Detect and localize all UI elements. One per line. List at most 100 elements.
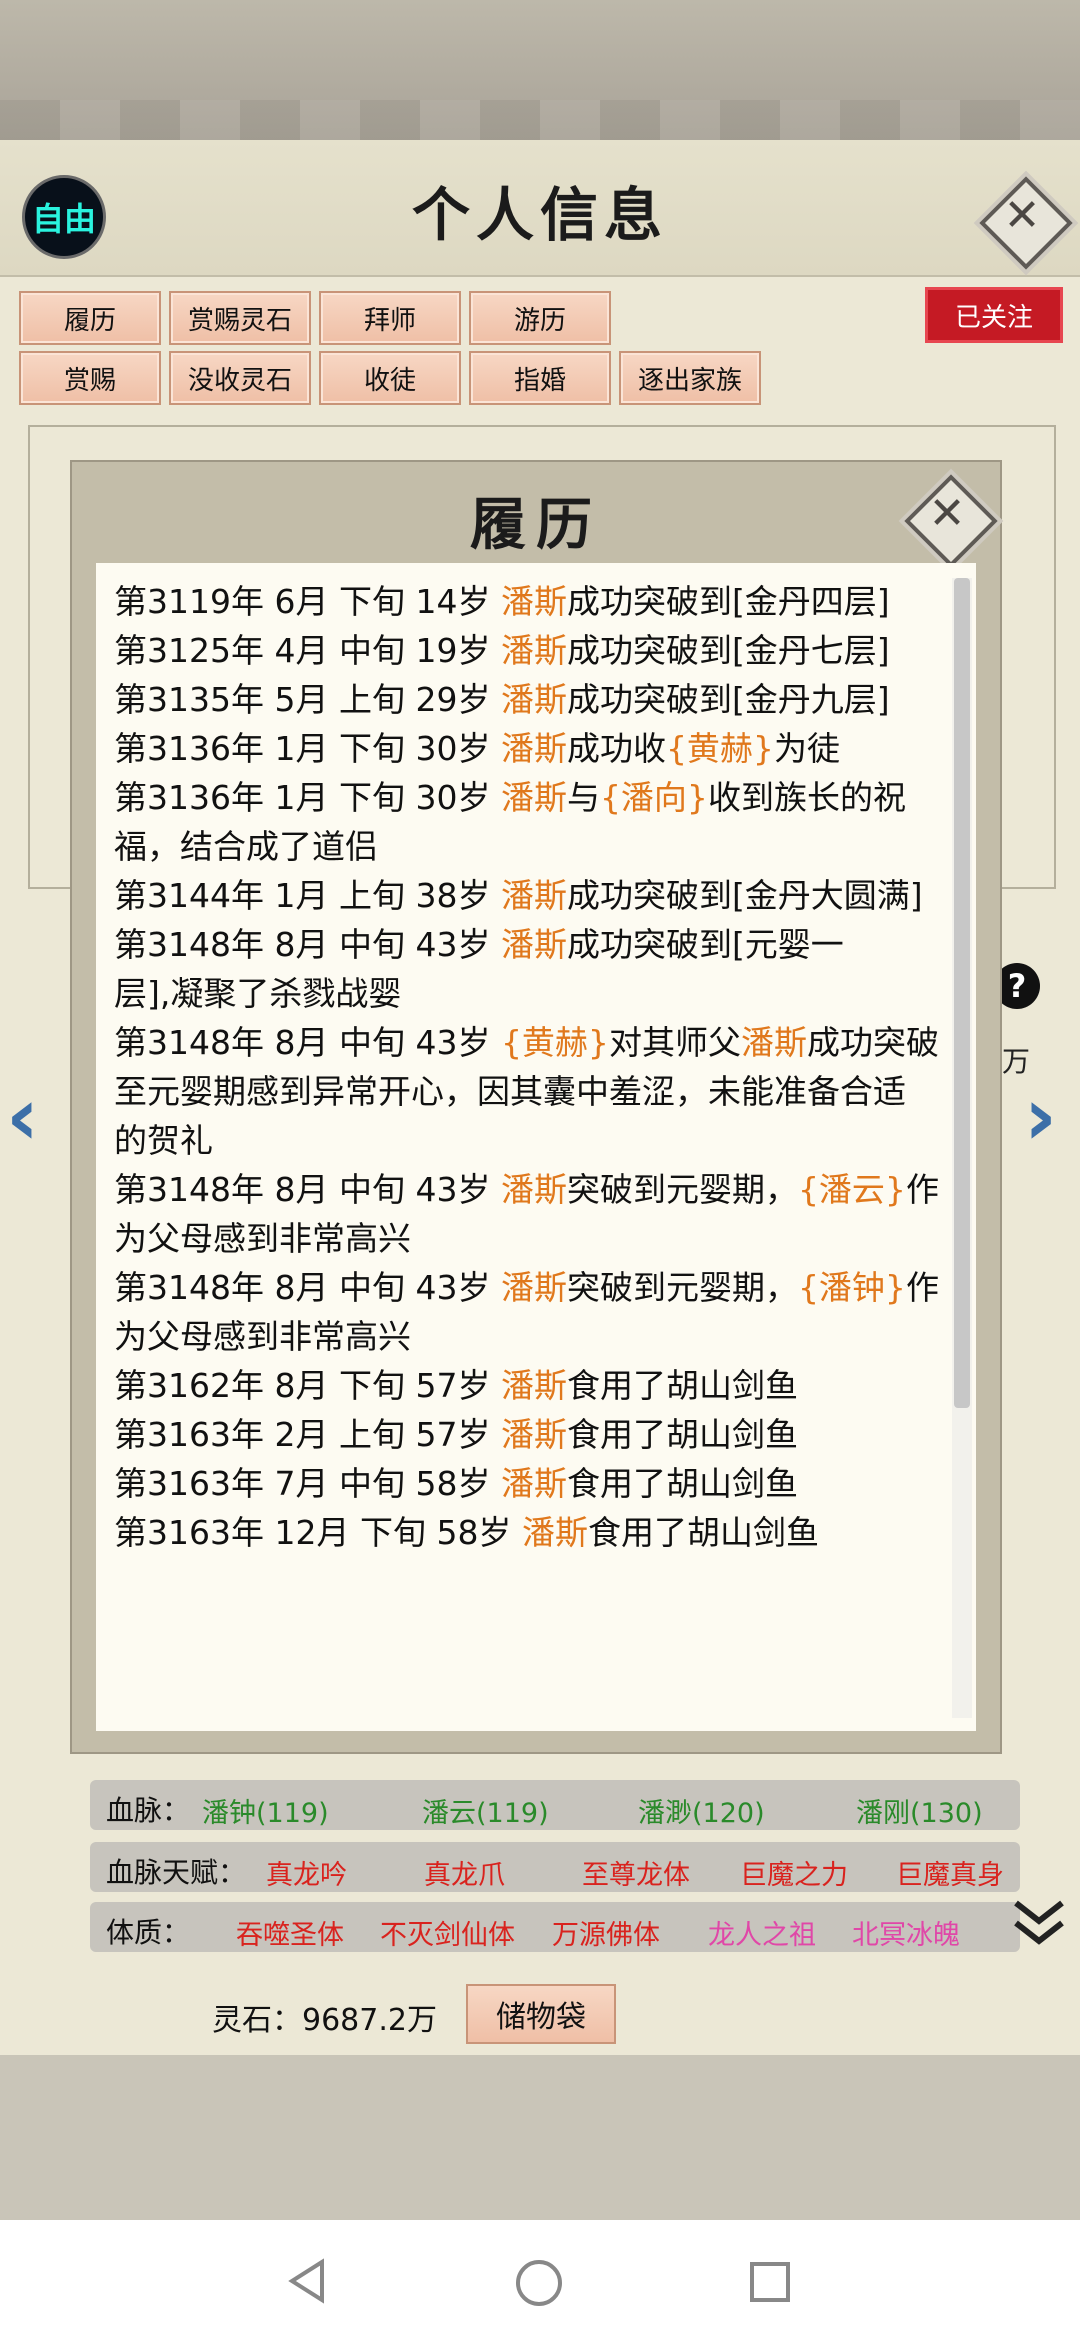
resume-entry: 第3148年 8月 中旬 43岁 潘斯突破到元婴期，{潘云}作 bbox=[114, 1165, 944, 1214]
resume-entry: 第3148年 8月 中旬 43岁 {黄赫}对其师父潘斯成功突破 bbox=[114, 1018, 944, 1067]
entry-text: 食用了胡山剑鱼 bbox=[587, 1513, 819, 1552]
entry-text: 第3148年 8月 中旬 43岁 bbox=[114, 1268, 501, 1307]
character-name[interactable]: 潘斯 bbox=[501, 631, 567, 670]
character-name[interactable]: {黄赫} bbox=[501, 1023, 609, 1062]
entry-text: 成功收 bbox=[566, 729, 666, 768]
entry-text: 第3163年 12月 下旬 58岁 bbox=[114, 1513, 522, 1552]
physique-item[interactable]: 万源佛体 bbox=[552, 1913, 660, 1952]
physique-item[interactable]: 龙人之祖 bbox=[708, 1913, 816, 1952]
entry-text: 突破到元婴期， bbox=[566, 1170, 798, 1209]
resume-entry: 福，结合成了道侣 bbox=[114, 822, 944, 871]
btn-become-disciple[interactable]: 拜师 bbox=[319, 291, 461, 345]
btn-reward[interactable]: 赏赐 bbox=[19, 351, 161, 405]
physique-item[interactable]: 不灭剑仙体 bbox=[380, 1913, 515, 1952]
bloodline-item[interactable]: 潘云(119) bbox=[422, 1791, 549, 1830]
physique-label: 体质： bbox=[106, 1916, 191, 1949]
followed-badge[interactable]: 已关注 bbox=[928, 290, 1060, 340]
bloodline-talent-label: 血脉天赋： bbox=[106, 1856, 247, 1889]
system-nav-bar bbox=[0, 2220, 1080, 2340]
entry-text: 为徒 bbox=[773, 729, 840, 768]
physique-item[interactable]: 北冥冰魄 bbox=[852, 1913, 960, 1952]
character-name[interactable]: 潘斯 bbox=[501, 1415, 567, 1454]
physique-item[interactable]: 吞噬圣体 bbox=[236, 1913, 344, 1952]
entry-text: 福，结合成了道侣 bbox=[114, 827, 378, 866]
scrollbar-thumb[interactable] bbox=[954, 578, 970, 1408]
entry-text: 成功突破到[金丹大圆满] bbox=[566, 876, 923, 915]
entry-text: 作 bbox=[905, 1170, 939, 1209]
character-name[interactable]: 潘斯 bbox=[501, 680, 567, 719]
character-name[interactable]: 潘斯 bbox=[501, 778, 567, 817]
bloodline-item[interactable]: 潘钟(119) bbox=[202, 1791, 329, 1830]
home-icon[interactable] bbox=[514, 2258, 564, 2308]
entry-text: 第3119年 6月 下旬 14岁 bbox=[114, 582, 501, 621]
resume-entry: 为父母感到非常高兴 bbox=[114, 1214, 944, 1263]
talent-item[interactable]: 巨魔真身 bbox=[896, 1853, 1008, 1892]
character-name[interactable]: 潘斯 bbox=[501, 1170, 567, 1209]
prev-arrow-icon[interactable]: ‹ bbox=[6, 1070, 39, 1163]
free-mode-button[interactable]: 自由 bbox=[22, 175, 106, 259]
btn-resume[interactable]: 履历 bbox=[19, 291, 161, 345]
resume-entry: 第3135年 5月 上旬 29岁 潘斯成功突破到[金丹九层] bbox=[114, 675, 944, 724]
character-name[interactable]: {潘向} bbox=[600, 778, 708, 817]
btn-accept-disciple[interactable]: 收徒 bbox=[319, 351, 461, 405]
entry-text: 成功突破到[金丹七层] bbox=[566, 631, 890, 670]
character-name[interactable]: 潘斯 bbox=[501, 582, 567, 621]
entry-text: 作 bbox=[905, 1268, 939, 1307]
resume-entry: 第3136年 1月 下旬 30岁 潘斯与{潘向}收到族长的祝 bbox=[114, 773, 944, 822]
expand-chevron-icon[interactable] bbox=[1012, 1895, 1066, 1951]
entry-text: 第3136年 1月 下旬 30岁 bbox=[114, 729, 501, 768]
resume-entry: 第3136年 1月 下旬 30岁 潘斯成功收{黄赫}为徒 bbox=[114, 724, 944, 773]
resume-list[interactable]: 第3119年 6月 下旬 14岁 潘斯成功突破到[金丹四层] 第3125年 4月 … bbox=[96, 563, 976, 1731]
character-name[interactable]: {黄赫} bbox=[666, 729, 774, 768]
entry-text: 食用了胡山剑鱼 bbox=[566, 1464, 798, 1503]
talent-item[interactable]: 至尊龙体 bbox=[582, 1853, 690, 1892]
entry-text: 第3163年 7月 中旬 58岁 bbox=[114, 1464, 501, 1503]
entry-text: 层],凝聚了杀戮战婴 bbox=[114, 974, 402, 1013]
talent-item[interactable]: 真龙爪 bbox=[424, 1853, 505, 1892]
back-icon[interactable] bbox=[284, 2258, 330, 2304]
character-name[interactable]: {潘钟} bbox=[798, 1268, 906, 1307]
character-name[interactable]: 潘斯 bbox=[501, 925, 567, 964]
btn-travel[interactable]: 游历 bbox=[469, 291, 611, 345]
resume-entry: 第3144年 1月 上旬 38岁 潘斯成功突破到[金丹大圆满] bbox=[114, 871, 944, 920]
character-name[interactable]: 潘斯 bbox=[522, 1513, 588, 1552]
entry-text: 第3148年 8月 中旬 43岁 bbox=[114, 1023, 501, 1062]
help-icon[interactable]: ? bbox=[994, 963, 1040, 1009]
btn-confiscate-stones[interactable]: 没收灵石 bbox=[169, 351, 311, 405]
entry-text: 成功突破到[金丹四层] bbox=[566, 582, 890, 621]
next-arrow-icon[interactable]: › bbox=[1024, 1070, 1057, 1163]
unit-label: 万 bbox=[1002, 1045, 1031, 1078]
resume-entry: 第3162年 8月 下旬 57岁 潘斯食用了胡山剑鱼 bbox=[114, 1361, 944, 1410]
bottom-backdrop bbox=[0, 2055, 1080, 2220]
character-name[interactable]: 潘斯 bbox=[501, 1464, 567, 1503]
storage-bag-button[interactable]: 储物袋 bbox=[466, 1984, 616, 2044]
entry-text: 成功突破 bbox=[806, 1023, 939, 1062]
entry-text: 第3148年 8月 中旬 43岁 bbox=[114, 1170, 501, 1209]
resume-entry: 第3163年 12月 下旬 58岁 潘斯食用了胡山剑鱼 bbox=[114, 1508, 944, 1557]
character-name[interactable]: 潘斯 bbox=[501, 876, 567, 915]
character-name[interactable]: 潘斯 bbox=[501, 1366, 567, 1405]
entry-text: 与 bbox=[566, 778, 600, 817]
resume-entry: 第3125年 4月 中旬 19岁 潘斯成功突破到[金丹七层] bbox=[114, 626, 944, 675]
bloodline-item[interactable]: 潘刚(130) bbox=[856, 1791, 983, 1830]
entry-text: 第3163年 2月 上旬 57岁 bbox=[114, 1415, 501, 1454]
entry-text: 为父母感到非常高兴 bbox=[114, 1317, 411, 1356]
talent-item[interactable]: 巨魔之力 bbox=[740, 1853, 848, 1892]
bloodline-item[interactable]: 潘渺(120) bbox=[638, 1791, 765, 1830]
character-name[interactable]: 潘斯 bbox=[741, 1023, 807, 1062]
character-name[interactable]: 潘斯 bbox=[501, 1268, 567, 1307]
entry-text: 成功突破到[元婴一 bbox=[566, 925, 844, 964]
resume-entry: 层],凝聚了杀戮战婴 bbox=[114, 969, 944, 1018]
recents-icon[interactable] bbox=[748, 2260, 792, 2304]
btn-expel-family[interactable]: 逐出家族 bbox=[619, 351, 761, 405]
character-name[interactable]: {潘云} bbox=[798, 1170, 906, 1209]
btn-reward-stones[interactable]: 赏赐灵石 bbox=[169, 291, 311, 345]
bloodline-label: 血脉： bbox=[106, 1794, 191, 1827]
entry-text: 第3125年 4月 中旬 19岁 bbox=[114, 631, 501, 670]
close-icon: ✕ bbox=[928, 488, 966, 539]
character-name[interactable]: 潘斯 bbox=[501, 729, 567, 768]
resume-entry: 为父母感到非常高兴 bbox=[114, 1312, 944, 1361]
talent-item[interactable]: 真龙吟 bbox=[266, 1853, 347, 1892]
btn-arrange-marriage[interactable]: 指婚 bbox=[469, 351, 611, 405]
entry-text: 第3144年 1月 上旬 38岁 bbox=[114, 876, 501, 915]
